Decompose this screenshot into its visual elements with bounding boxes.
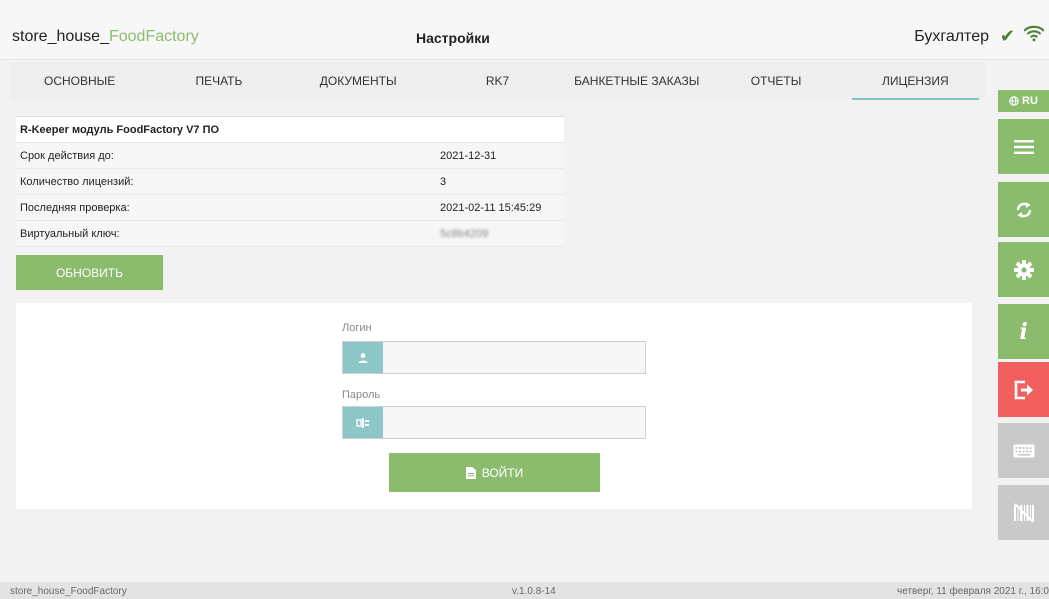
footer-datetime: четверг, 11 февраля 2021 г., 16:0	[897, 586, 1049, 597]
table-row: Последняя проверка: 2021-02-11 15:45:29	[16, 195, 564, 221]
tab-rk7[interactable]: RK7	[428, 62, 567, 100]
table-row: Срок действия до: 2021-12-31	[16, 143, 564, 169]
login-button-label: ВОЙТИ	[481, 465, 524, 480]
tab-print[interactable]: ПЕЧАТЬ	[149, 62, 288, 100]
page-title: Настройки	[416, 30, 490, 46]
app-title-main: store_house_	[12, 28, 109, 45]
virtual-key-value: 5c8b4209	[440, 227, 489, 240]
license-info-table: R-Keeper модуль FoodFactory V7 ПО Срок д…	[16, 116, 564, 247]
logout-button[interactable]	[998, 362, 1049, 417]
language-button[interactable]: RU	[998, 90, 1049, 112]
menu-icon	[1013, 139, 1034, 154]
settings-tabs: ОСНОВНЫЕ ПЕЧАТЬ ДОКУМЕНТЫ RK7 БАНКЕТНЫЕ …	[10, 62, 985, 100]
license-heading-row: R-Keeper модуль FoodFactory V7 ПО	[16, 117, 564, 143]
license-count-label: Количество лицензий:	[20, 175, 134, 188]
refresh-button[interactable]: ОБНОВИТЬ	[16, 255, 163, 290]
wifi-icon	[1023, 25, 1045, 42]
footer-version: v.1.0.8-14	[512, 586, 556, 597]
check-icon: ✔	[999, 26, 1015, 46]
login-panel: Логин Пароль ВОЙТИ	[16, 303, 972, 509]
tab-reports[interactable]: ОТЧЕТЫ	[706, 62, 845, 100]
info-button[interactable]: i	[998, 304, 1049, 359]
table-row: Виртуальный ключ: 5c8b4209	[16, 221, 564, 247]
login-button[interactable]: ВОЙТИ	[389, 453, 600, 492]
password-input[interactable]	[383, 407, 645, 438]
app-title: store_house_FoodFactory	[12, 28, 199, 46]
license-count-value: 3	[440, 175, 447, 188]
table-row: Количество лицензий: 3	[16, 169, 564, 195]
license-heading: R-Keeper модуль FoodFactory V7 ПО	[20, 123, 220, 136]
password-label: Пароль	[342, 389, 381, 401]
login-input[interactable]	[383, 342, 645, 373]
sync-button[interactable]	[998, 182, 1049, 237]
app-title-accent: FoodFactory	[108, 28, 199, 45]
tab-banquet-orders[interactable]: БАНКЕТНЫЕ ЗАКАЗЫ	[567, 62, 706, 100]
barcode-icon	[1013, 502, 1034, 523]
barcode-button[interactable]	[998, 485, 1049, 540]
expiry-value: 2021-12-31	[440, 149, 497, 162]
sync-icon	[1016, 201, 1031, 218]
app-header: store_house_FoodFactory Настройки Бухгал…	[0, 0, 1049, 60]
logout-icon	[1014, 380, 1033, 399]
login-label: Логин	[342, 322, 372, 334]
menu-button[interactable]	[998, 119, 1049, 174]
tab-documents[interactable]: ДОКУМЕНТЫ	[289, 62, 428, 100]
expiry-label: Срок действия до:	[20, 149, 114, 162]
document-icon	[465, 466, 476, 479]
user-role[interactable]: Бухгалтер	[914, 28, 989, 46]
tab-license[interactable]: ЛИЦЕНЗИЯ	[846, 62, 985, 100]
keyboard-button[interactable]	[998, 423, 1049, 478]
user-icon	[343, 342, 383, 373]
keyboard-icon	[1013, 444, 1034, 457]
info-icon: i	[1019, 318, 1028, 345]
key-icon	[343, 407, 383, 438]
status-bar: store_house_FoodFactory v.1.0.8-14 четве…	[0, 582, 1049, 599]
footer-app-name: store_house_FoodFactory	[10, 586, 127, 597]
settings-button[interactable]	[998, 242, 1049, 297]
last-check-value: 2021-02-11 15:45:29	[440, 201, 542, 214]
globe-icon	[1009, 96, 1019, 106]
last-check-label: Последняя проверка:	[20, 201, 130, 214]
tab-basic[interactable]: ОСНОВНЫЕ	[10, 62, 149, 100]
language-label: RU	[1022, 95, 1038, 107]
virtual-key-label: Виртуальный ключ:	[20, 227, 120, 240]
gear-icon	[1013, 259, 1034, 280]
login-field	[342, 341, 646, 374]
password-field	[342, 406, 646, 439]
